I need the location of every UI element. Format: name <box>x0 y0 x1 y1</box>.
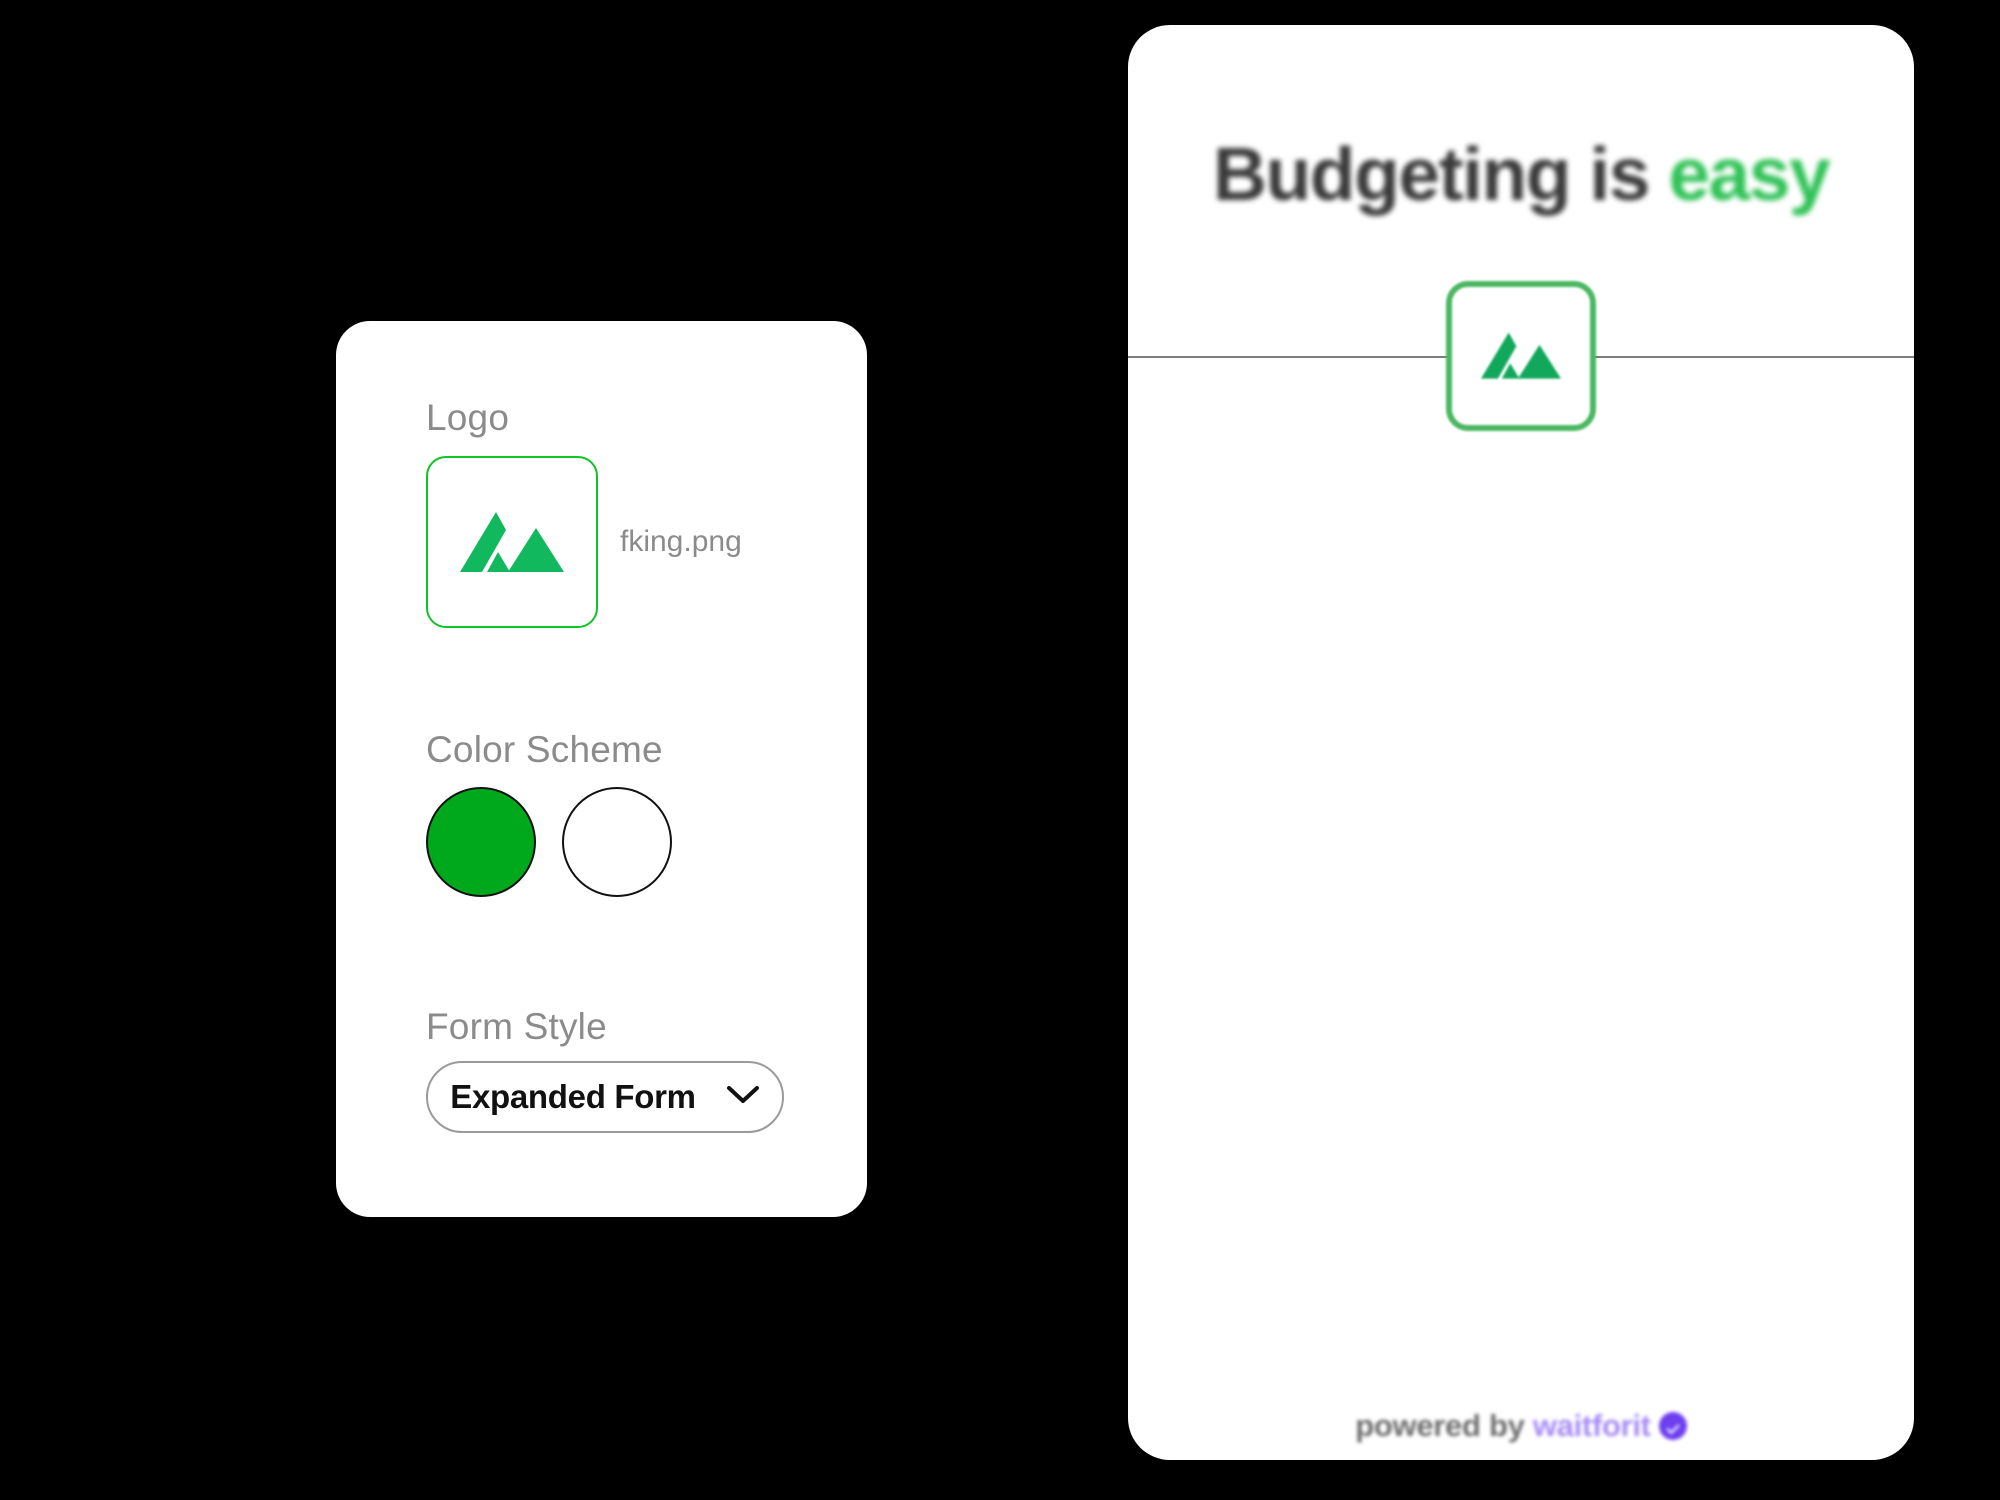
logo-filename-text: fking.png <box>620 525 742 558</box>
logo-settings-card: Logo fking.png Color Scheme Form Style E… <box>336 321 867 1217</box>
screen-root: Logo fking.png Color Scheme Form Style E… <box>0 0 2000 1500</box>
form-preview-card: Budgeting is easy powered by waitforit <box>1128 25 1914 1460</box>
form-style-selected-value: Expanded Form <box>450 1078 696 1115</box>
color-swatch-group <box>426 787 672 897</box>
powered-by-footer: powered by waitforit <box>1128 1408 1914 1444</box>
chevron-down-icon <box>726 1085 760 1110</box>
preview-logo-badge[interactable] <box>1446 281 1596 431</box>
color-scheme-section-label: Color Scheme <box>426 729 663 770</box>
verified-check-icon <box>1658 1412 1687 1440</box>
logo-section-label: Logo <box>426 397 510 438</box>
logo-thumbnail-button[interactable] <box>426 456 598 628</box>
powered-by-prefix: powered by <box>1355 1408 1525 1443</box>
waitforit-brand-text: waitforit <box>1532 1408 1651 1443</box>
logo-upload-row: fking.png <box>426 456 742 628</box>
preview-headline: Budgeting is easy <box>1128 137 1914 212</box>
form-style-section-label: Form Style <box>426 1006 607 1047</box>
headline-accent-text: easy <box>1668 132 1830 216</box>
mountain-logo-icon <box>460 508 564 577</box>
form-style-dropdown[interactable]: Expanded Form <box>426 1061 784 1133</box>
color-swatch-green[interactable] <box>426 787 536 897</box>
mountain-logo-icon <box>1481 328 1561 385</box>
color-swatch-white[interactable] <box>562 787 672 897</box>
headline-lead-text: Budgeting is <box>1212 132 1651 216</box>
